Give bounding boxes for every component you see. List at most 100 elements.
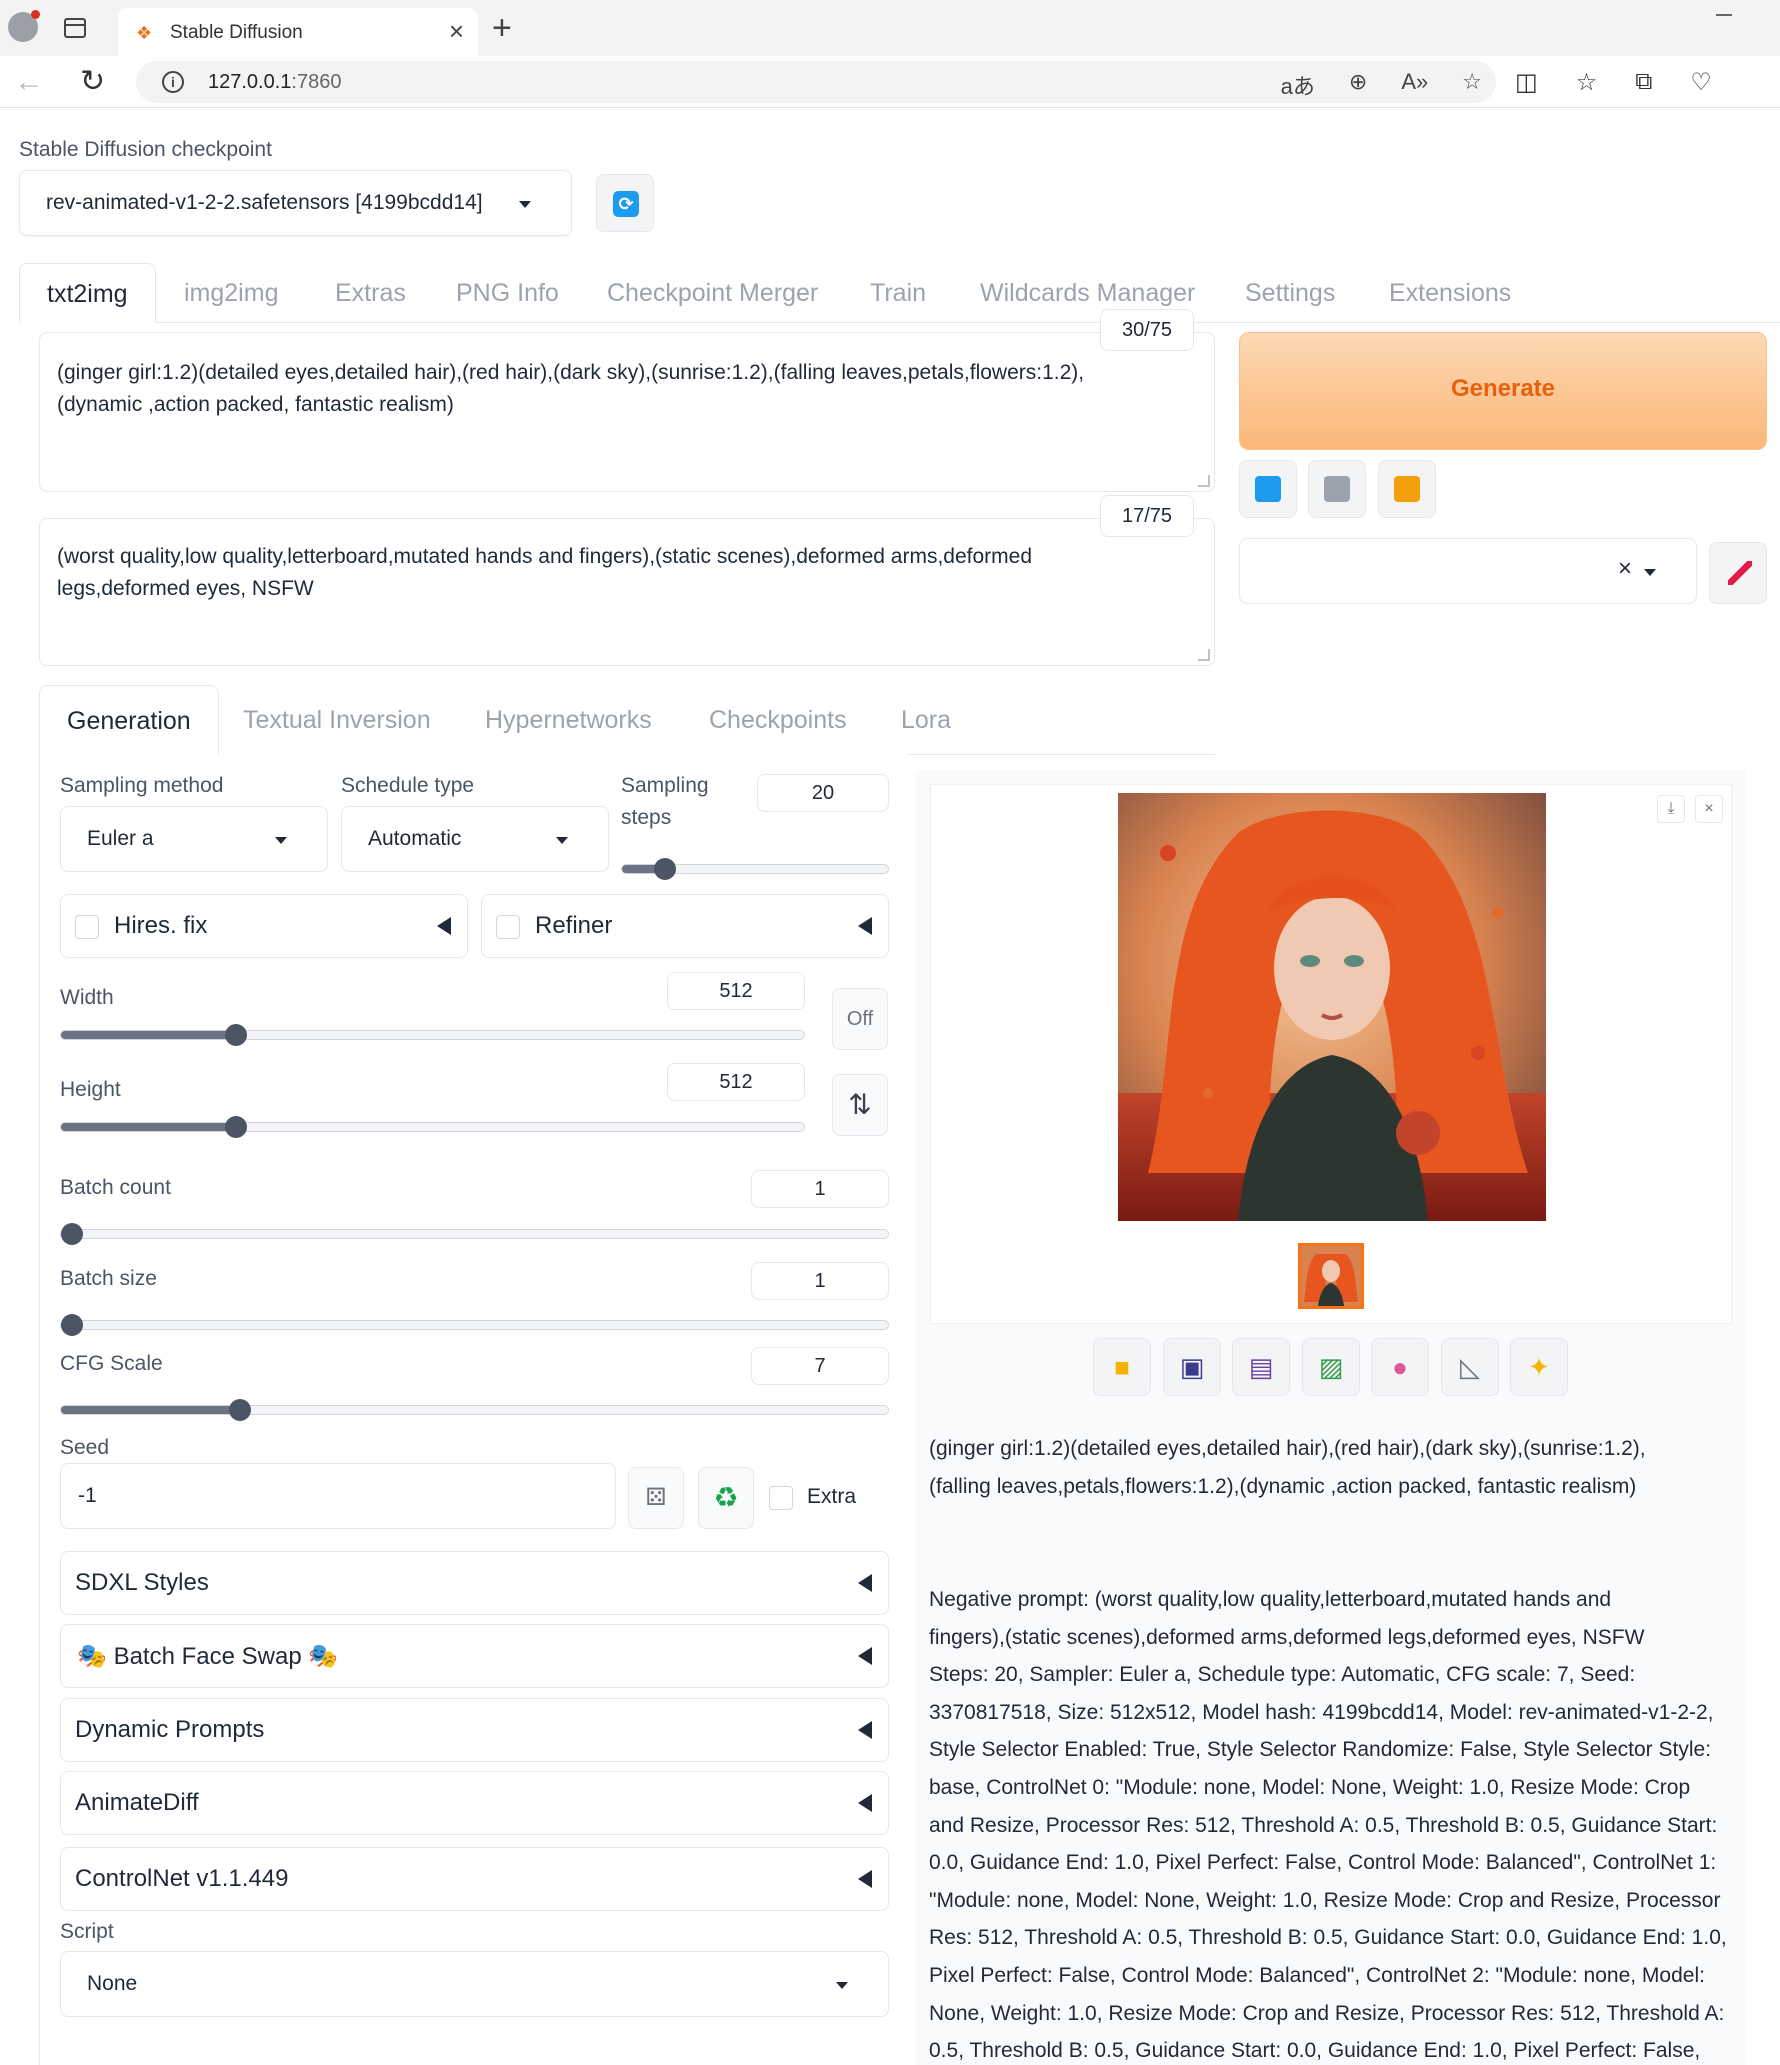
swap-dimensions-button[interactable]: ⇅ [832, 1074, 888, 1136]
prompt-textarea[interactable]: 30/75 (ginger girl:1.2)(detailed eyes,de… [39, 309, 1215, 492]
tab-checkpoints[interactable]: Checkpoints [709, 685, 847, 755]
resize-handle-icon[interactable] [1198, 649, 1210, 661]
info-line: Pixel Perfect: False, Control Mode: Bala… [929, 1963, 1705, 1987]
read-params-button[interactable] [1239, 460, 1297, 518]
apply-style-button[interactable] [1378, 460, 1436, 518]
send-to-inpaint-button[interactable]: ● [1371, 1338, 1429, 1396]
back-arrow-icon[interactable]: ← [14, 64, 44, 100]
dynamic-prompts-accordion[interactable]: Dynamic Prompts [60, 1698, 889, 1762]
info-line: Res: 512, Threshold A: 0.5, Threshold B:… [929, 1926, 1727, 1950]
slider-handle[interactable] [653, 858, 676, 880]
controlnet-accordion[interactable]: ControlNet v1.1.449 [60, 1847, 889, 1911]
tab-title: Stable Diffusion [170, 22, 303, 43]
minimize-window-icon[interactable] [1716, 14, 1732, 16]
favorite-star-icon[interactable]: ☆ [1462, 69, 1482, 101]
tab-lora[interactable]: Lora [901, 685, 951, 755]
tab-close-icon[interactable]: × [449, 18, 464, 44]
gallery-thumbnail[interactable] [1298, 1243, 1364, 1309]
send-to-extras-button[interactable]: ◺ [1441, 1338, 1499, 1396]
theater-masks-icon: 🎭 [308, 1643, 339, 1670]
cfg-scale-input[interactable]: 7 [751, 1347, 889, 1385]
hires-fix-accordion[interactable]: Hires. fix [60, 894, 468, 958]
slider-handle[interactable] [61, 1223, 83, 1245]
tab-hypernetworks[interactable]: Hypernetworks [485, 685, 652, 755]
generate-label: Generate [1450, 375, 1556, 402]
batch-count-slider[interactable] [60, 1223, 889, 1245]
site-info-icon[interactable]: i [162, 71, 184, 93]
edit-styles-button[interactable] [1709, 542, 1767, 604]
batch-face-swap-accordion[interactable]: 🎭 Batch Face Swap 🎭 [60, 1624, 889, 1688]
tab-img2img[interactable]: img2img [184, 263, 278, 323]
generate-button[interactable]: Generate [1239, 332, 1767, 450]
batch-size-label: Batch size [60, 1267, 157, 1290]
tab-checkpoint-merger[interactable]: Checkpoint Merger [607, 263, 818, 323]
tab-textual-inversion[interactable]: Textual Inversion [243, 685, 431, 755]
seed-input[interactable]: -1 [60, 1463, 616, 1529]
sampling-steps-input[interactable]: 20 [757, 774, 889, 812]
save-button[interactable]: ▣ [1163, 1338, 1221, 1396]
theater-masks-icon: 🎭 [77, 1643, 107, 1670]
refiner-checkbox[interactable] [496, 915, 520, 939]
reload-icon[interactable]: ↻ [80, 64, 105, 100]
slider-handle[interactable] [61, 1314, 83, 1336]
tab-extras[interactable]: Extras [335, 263, 406, 323]
animatediff-accordion[interactable]: AnimateDiff [60, 1771, 889, 1835]
refresh-checkpoint-button[interactable]: ⟳ [596, 174, 654, 232]
upscale-button[interactable]: ✦ [1510, 1338, 1568, 1396]
save-zip-button[interactable]: ▤ [1232, 1338, 1290, 1396]
clear-prompt-button[interactable] [1308, 460, 1366, 518]
tab-generation[interactable]: Generation [39, 685, 219, 755]
favorites-icon[interactable]: ☆ [1576, 68, 1598, 97]
clear-styles-icon[interactable]: × [1618, 555, 1632, 583]
zoom-icon[interactable]: ⊕ [1349, 69, 1367, 101]
width-input[interactable]: 512 [667, 972, 805, 1010]
random-seed-button[interactable]: ⚄ [628, 1467, 684, 1529]
refiner-accordion[interactable]: Refiner [481, 894, 889, 958]
extra-seed-checkbox[interactable] [769, 1486, 793, 1510]
address-bar[interactable]: i 127.0.0.1:7860 aあ ⊕ A» ☆ [136, 61, 1496, 103]
tab-settings[interactable]: Settings [1245, 263, 1335, 323]
tab-train[interactable]: Train [870, 263, 926, 323]
cfg-scale-slider[interactable] [60, 1399, 889, 1421]
batch-size-slider[interactable] [60, 1314, 889, 1336]
close-gallery-icon[interactable]: × [1695, 795, 1723, 823]
sampling-steps-slider[interactable] [621, 858, 889, 880]
collapse-triangle-icon [858, 1721, 872, 1739]
script-dropdown[interactable]: None [60, 1951, 889, 2017]
checkpoint-dropdown[interactable]: rev-animated-v1-2-2.safetensors [4199bcd… [19, 170, 572, 236]
hires-fix-checkbox[interactable] [75, 915, 99, 939]
generated-image[interactable] [1118, 793, 1546, 1221]
height-slider[interactable] [60, 1116, 805, 1138]
width-slider[interactable] [60, 1024, 805, 1046]
batch-size-input[interactable]: 1 [751, 1262, 889, 1300]
browser-essentials-icon[interactable]: ♡ [1690, 68, 1712, 97]
workspaces-icon[interactable] [64, 18, 86, 38]
read-aloud-icon[interactable]: A» [1401, 69, 1428, 101]
download-icon[interactable]: ⤓ [1657, 795, 1685, 823]
split-screen-icon[interactable]: ◫ [1515, 68, 1538, 97]
schedule-type-dropdown[interactable]: Automatic [341, 806, 609, 872]
new-tab-icon[interactable]: + [492, 8, 512, 48]
tab-png-info[interactable]: PNG Info [456, 263, 559, 323]
collections-icon[interactable]: ⧉ [1635, 68, 1652, 97]
sdxl-styles-accordion[interactable]: SDXL Styles [60, 1551, 889, 1615]
browser-tab[interactable]: ❖ Stable Diffusion × [118, 8, 478, 56]
triangle-ruler-icon: ◺ [1460, 1352, 1480, 1382]
slider-handle[interactable] [228, 1399, 251, 1421]
resize-handle-icon[interactable] [1198, 475, 1210, 487]
tab-extensions[interactable]: Extensions [1389, 263, 1511, 323]
styles-dropdown[interactable]: × [1239, 538, 1697, 604]
send-to-img2img-button[interactable]: ▨ [1302, 1338, 1360, 1396]
profile-avatar-icon[interactable] [8, 10, 40, 42]
batch-count-input[interactable]: 1 [751, 1170, 889, 1208]
info-line: 0.5, Threshold B: 0.5, Guidance Start: 0… [929, 2039, 1701, 2063]
sampling-method-dropdown[interactable]: Euler a [60, 806, 328, 872]
reuse-seed-button[interactable]: ♻ [698, 1467, 754, 1529]
height-input[interactable]: 512 [667, 1063, 805, 1101]
aspect-lock-button[interactable]: Off [832, 988, 888, 1050]
tab-txt2img[interactable]: txt2img [19, 263, 156, 323]
batch-count-label: Batch count [60, 1176, 171, 1199]
open-folder-button[interactable]: ■ [1093, 1338, 1151, 1396]
translate-icon[interactable]: aあ [1281, 69, 1315, 101]
negative-prompt-textarea[interactable]: 17/75 (worst quality,low quality,letterb… [39, 495, 1215, 666]
